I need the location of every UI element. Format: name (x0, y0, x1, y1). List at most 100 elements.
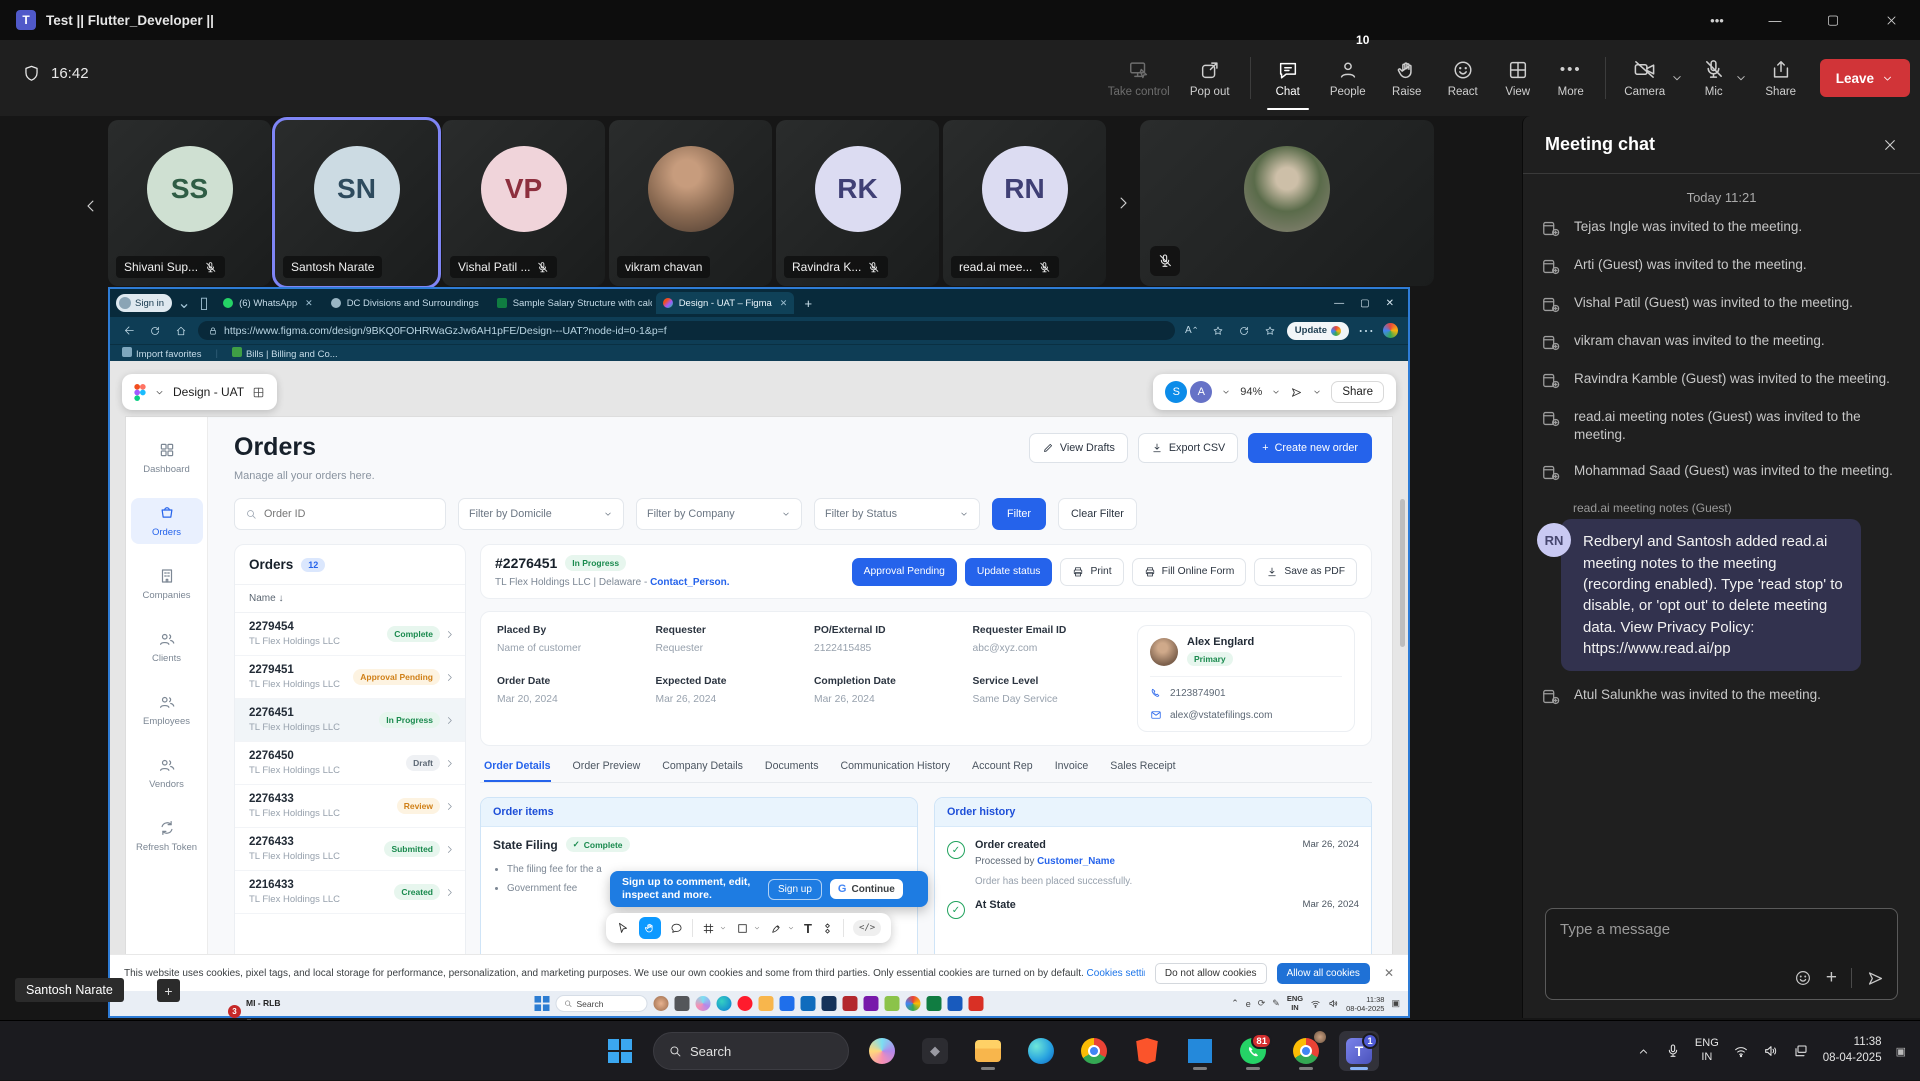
update-status-button[interactable]: Update status (965, 558, 1053, 586)
order-row[interactable]: 2279451TL Flex Holdings LLCApproval Pend… (235, 656, 465, 699)
camera-options-chevron-icon[interactable] (1670, 71, 1684, 85)
create-new-order-button[interactable]: +Create new order (1248, 433, 1372, 463)
filter-button[interactable]: Filter (992, 498, 1046, 530)
leave-options-chevron-icon[interactable] (1881, 72, 1894, 85)
figma-canvas[interactable]: Design - UAT SS S A 94% Share Dashboard … (110, 361, 1408, 954)
fill-online-form-button[interactable]: Fill Online Form (1132, 558, 1247, 586)
mic-options-chevron-icon[interactable] (1734, 71, 1748, 85)
tab-close-icon[interactable]: ✕ (780, 298, 788, 309)
language-indicator[interactable]: ENGIN (1695, 1037, 1719, 1065)
figma-share-button[interactable]: Share (1331, 381, 1384, 403)
participant-tile-active-speaker[interactable]: SN Santosh Narate (275, 120, 438, 286)
session-icon[interactable] (1235, 325, 1253, 337)
chevron-down-icon[interactable] (787, 924, 795, 932)
wifi-icon[interactable] (1733, 1043, 1749, 1059)
participant-tile-wide[interactable] (1140, 120, 1434, 286)
collaborator-avatar[interactable]: A (1190, 381, 1212, 403)
navy-app-icon[interactable] (822, 996, 837, 1011)
taskbar-search[interactable]: Search (653, 1032, 849, 1070)
tray-icon[interactable]: e (1246, 999, 1251, 1009)
bookmark-import-favorites[interactable]: Import favorites (122, 347, 201, 360)
tab-order-details[interactable]: Order Details (484, 760, 551, 782)
browser-profile-avatar[interactable] (1383, 323, 1398, 338)
browser-tab-active[interactable]: Design - UAT – Figma✕ (656, 292, 795, 314)
filter-company-dropdown[interactable]: Filter by Company (636, 498, 802, 530)
browser-tab[interactable]: DC Divisions and Surroundings✕ (324, 292, 486, 314)
tray-icon[interactable]: ⟳ (1258, 998, 1266, 1009)
back-icon[interactable] (120, 324, 138, 337)
collections-icon[interactable] (1261, 325, 1279, 337)
google-continue-button[interactable]: GContinue (830, 879, 903, 899)
order-row[interactable]: 2276450TL Flex Holdings LLCDraft (235, 742, 465, 785)
game-app-button[interactable]: ◆ (915, 1031, 955, 1071)
tab-order-preview[interactable]: Order Preview (573, 760, 641, 782)
weather-icon[interactable] (654, 996, 669, 1011)
name-column-header[interactable]: Name ↓ (235, 585, 465, 613)
save-as-pdf-button[interactable]: Save as PDF (1254, 558, 1357, 586)
more-button[interactable]: ••• More (1545, 59, 1597, 98)
browser-menu-dots-icon[interactable]: ⋯ (1357, 321, 1375, 341)
mic-tray-icon[interactable] (1665, 1043, 1681, 1059)
participant-tile[interactable]: RN read.ai mee... (943, 120, 1106, 286)
deny-cookies-button[interactable]: Do not allow cookies (1155, 963, 1267, 984)
tray-pen-icon[interactable]: ✎ (1272, 998, 1280, 1009)
window-minimize-icon[interactable]: — (1746, 0, 1804, 40)
chrome-profile-button[interactable] (1286, 1031, 1326, 1071)
present-chevron-icon[interactable] (1312, 387, 1322, 397)
present-play-icon[interactable] (1290, 386, 1303, 399)
favorite-star-icon[interactable] (1209, 325, 1227, 337)
notification-bell-icon[interactable]: ▣ (1896, 1045, 1906, 1058)
participant-tile[interactable]: vikram chavan (609, 120, 772, 286)
browser-tab[interactable]: Sample Salary Structure with calc✕ (490, 292, 652, 314)
react-button[interactable]: React (1435, 59, 1491, 98)
participant-tile[interactable]: VP Vishal Patil ... (442, 120, 605, 286)
sidebar-item-orders[interactable]: Orders (131, 498, 203, 544)
files-app-icon[interactable] (675, 996, 690, 1011)
sidebar-item-vendors[interactable]: Vendors (131, 750, 203, 796)
order-id-search-field[interactable] (234, 498, 446, 530)
chevron-down-icon[interactable] (1221, 387, 1231, 397)
raise-hand-button[interactable]: Raise (1379, 59, 1435, 98)
file-explorer-button[interactable] (968, 1031, 1008, 1071)
participant-tile[interactable]: RK Ravindra K... (776, 120, 939, 286)
brave-button[interactable] (1127, 1031, 1167, 1071)
new-tab-button[interactable]: + (798, 296, 818, 311)
shape-tool-icon[interactable] (736, 922, 749, 935)
edge-button[interactable] (1021, 1031, 1061, 1071)
clock[interactable]: 11:3808-04-2025 (1346, 995, 1384, 1013)
view-button[interactable]: View (1491, 59, 1545, 98)
chevron-down-icon[interactable] (154, 387, 165, 398)
export-csv-button[interactable]: Export CSV (1138, 433, 1238, 463)
tab-close-icon[interactable]: ✕ (305, 298, 313, 309)
approval-pending-button[interactable]: Approval Pending (852, 558, 957, 586)
browser-close-icon[interactable]: ✕ (1386, 298, 1394, 309)
tray-chevron-up-icon[interactable] (1636, 1044, 1651, 1059)
sidebar-item-clients[interactable]: Clients (131, 624, 203, 670)
participant-tile[interactable]: SS Shivani Sup... (108, 120, 271, 286)
order-row[interactable]: 2276433TL Flex Holdings LLCSubmitted (235, 828, 465, 871)
chat-input[interactable]: Type a message + (1545, 908, 1898, 1000)
browser-update-button[interactable]: Update (1287, 322, 1349, 340)
chrome-button[interactable] (1074, 1031, 1114, 1071)
people-button[interactable]: 10 People (1317, 59, 1379, 98)
text-tool-icon[interactable]: T (804, 921, 812, 936)
window-maximize-icon[interactable]: ▢ (1804, 0, 1862, 40)
wifi-icon[interactable] (1310, 998, 1321, 1009)
comment-tool-icon[interactable] (670, 922, 683, 935)
copilot-icon[interactable] (696, 996, 711, 1011)
whatsapp-button[interactable]: 81 (1233, 1031, 1273, 1071)
vscode-button[interactable] (1180, 1031, 1220, 1071)
clear-filter-button[interactable]: Clear Filter (1058, 498, 1137, 530)
chat-button[interactable]: Chat (1259, 59, 1317, 98)
tab-documents[interactable]: Documents (765, 760, 819, 782)
presenter-tag-plus-button[interactable]: + (157, 979, 180, 1002)
filter-status-dropdown[interactable]: Filter by Status (814, 498, 980, 530)
sidebar-item-employees[interactable]: Employees (131, 687, 203, 733)
browser-tab[interactable]: (6) WhatsApp✕ (216, 292, 320, 314)
customer-name-link[interactable]: Customer_Name (1037, 856, 1115, 867)
sidebar-item-dashboard[interactable]: Dashboard (131, 435, 203, 481)
tray-chevron-icon[interactable]: ⌃ (1231, 998, 1239, 1009)
clock[interactable]: 11:3808-04-2025 (1823, 1035, 1882, 1066)
layout-icon[interactable] (252, 386, 265, 399)
order-row-selected[interactable]: 2276451TL Flex Holdings LLCIn Progress (235, 699, 465, 742)
